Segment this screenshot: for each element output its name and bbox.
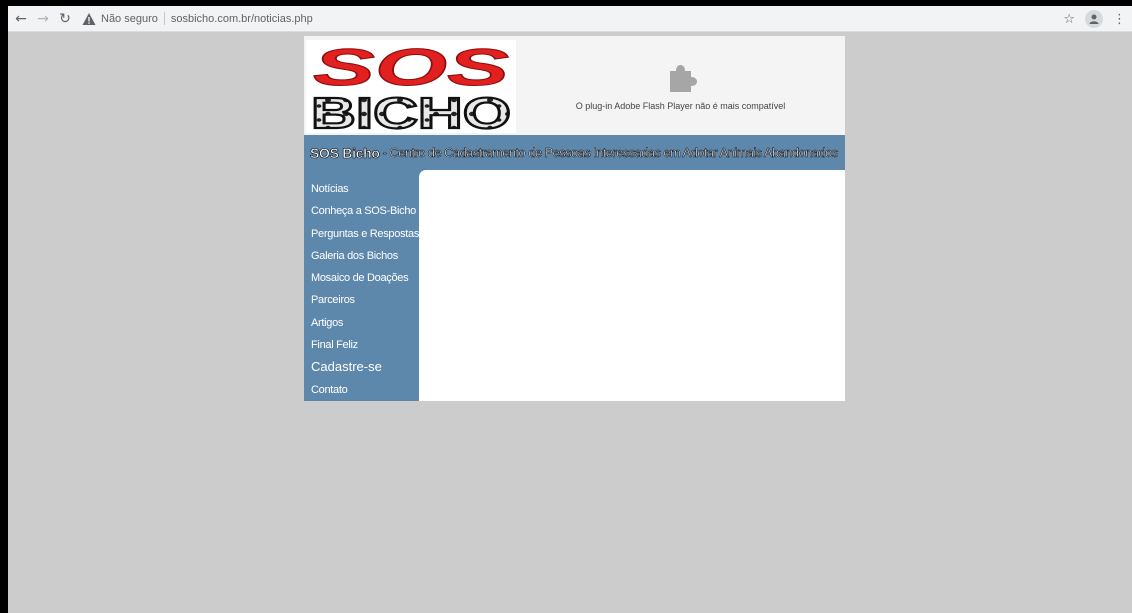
site-banner: SOS Bicho - Centro de Cadastramento de P… [304,135,845,170]
back-arrow-icon[interactable]: ← [12,10,30,28]
star-icon[interactable]: ☆ [1063,12,1075,27]
menu-item-mosaico[interactable]: Mosaico de Doações [304,267,419,289]
logo-bicho-text: BICHO [311,89,511,133]
menu-item-parceiros[interactable]: Parceiros [304,289,419,311]
logo-image: SOS BICHO [310,39,512,140]
profile-icon[interactable] [1085,10,1103,28]
url-text[interactable]: sosbicho.com.br/noticias.php [171,13,313,25]
content-area [419,170,845,401]
banner-tagline: - Centro de Cadastramento de Pessoas Int… [382,145,838,161]
address-bar[interactable]: Não seguro sosbicho.com.br/noticias.php [82,9,313,29]
warning-icon [82,12,96,25]
content-panel [419,170,845,401]
menu-item-galeria[interactable]: Galeria dos Bichos [304,245,419,267]
security-label[interactable]: Não seguro [101,13,158,25]
person-icon [1089,14,1099,24]
banner-brand: SOS Bicho [310,144,381,161]
browser-toolbar: ← → ↻ Não seguro sosbicho.com.br/noticia… [8,6,1132,32]
toolbar-actions: ☆ ⋮ [1063,9,1126,29]
puzzle-icon [669,64,697,92]
menu-item-contato[interactable]: Contato [304,379,419,401]
flash-message: O plug-in Adobe Flash Player não é mais … [575,100,786,111]
browser-window: ← → ↻ Não seguro sosbicho.com.br/noticia… [8,6,1132,613]
page-container: SOS BICHO O plug-in Adobe Flash Player n… [304,36,845,401]
menu-item-perguntas[interactable]: Perguntas e Respostas [304,223,419,245]
site-header: SOS BICHO O plug-in Adobe Flash Player n… [304,36,845,140]
site-logo[interactable]: SOS BICHO [306,39,516,140]
kebab-menu-icon[interactable]: ⋮ [1113,12,1126,27]
menu-item-artigos[interactable]: Artigos [304,312,419,334]
menu-item-final-feliz[interactable]: Final Feliz [304,334,419,356]
reload-icon[interactable]: ↻ [56,10,74,28]
flash-placeholder: O plug-in Adobe Flash Player não é mais … [516,36,845,135]
address-separator [163,12,165,25]
menu-item-noticias[interactable]: Notícias [304,178,419,200]
menu-item-cadastre-se[interactable]: Cadastre-se [304,356,419,378]
sidebar-nav: Notícias Conheça a SOS-Bicho Perguntas e… [304,170,419,401]
menu-item-conheca[interactable]: Conheça a SOS-Bicho [304,200,419,222]
forward-arrow-icon[interactable]: → [34,10,52,28]
